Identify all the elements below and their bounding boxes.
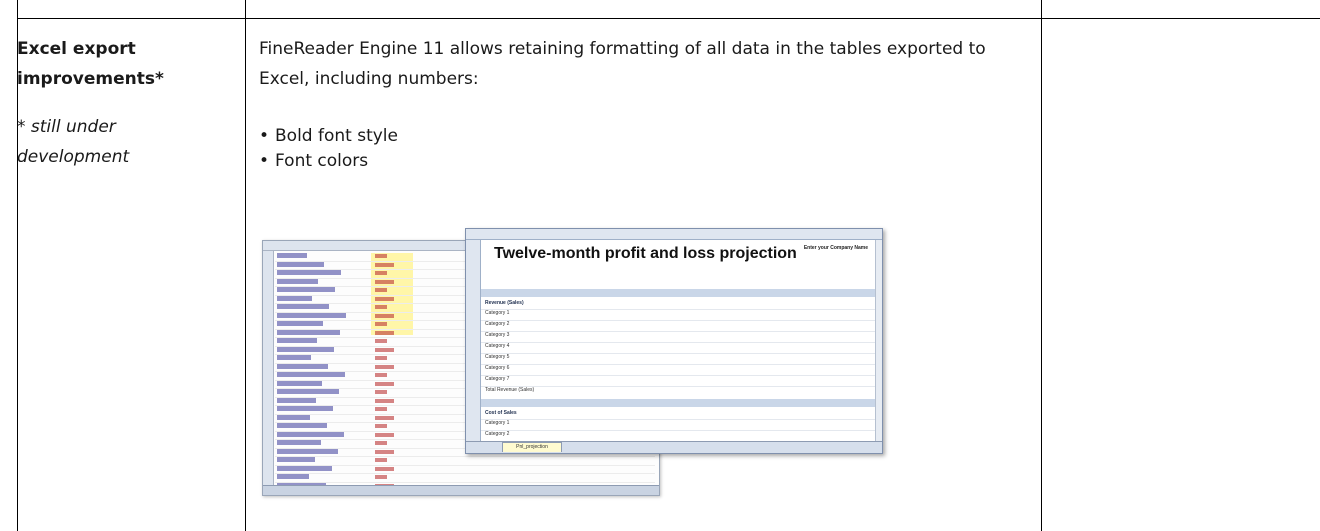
column-header-bar bbox=[466, 229, 882, 240]
row-value bbox=[375, 347, 394, 352]
line-label: Total Revenue (Sales) bbox=[485, 387, 535, 393]
feature-title: Excel export improvements* bbox=[17, 39, 164, 89]
row-value bbox=[375, 390, 387, 394]
line-row: Category 2 bbox=[481, 310, 876, 327]
row-value bbox=[375, 475, 387, 479]
row-value bbox=[375, 432, 394, 437]
row-value bbox=[375, 279, 394, 284]
line-row: Category 1 bbox=[481, 299, 876, 316]
row-text bbox=[277, 397, 316, 403]
table-column-divider-2 bbox=[1041, 0, 1042, 531]
row-text bbox=[277, 355, 311, 360]
row-text bbox=[277, 338, 317, 343]
row-value bbox=[375, 288, 387, 292]
row-value bbox=[375, 373, 387, 377]
row-value bbox=[375, 330, 394, 335]
row-value bbox=[375, 296, 394, 301]
row-text bbox=[277, 389, 339, 394]
line-row: Category 4 bbox=[481, 332, 876, 349]
row-text bbox=[277, 270, 341, 275]
feature-note: * still under development bbox=[17, 117, 130, 167]
row-number-bar bbox=[263, 251, 274, 485]
sheet-tab-bar: Pnl_projection bbox=[466, 441, 882, 453]
line-row: Category 5 bbox=[481, 343, 876, 360]
row-value bbox=[375, 441, 387, 445]
section-band: Cost of Sales bbox=[481, 399, 876, 416]
row-text bbox=[277, 440, 321, 445]
row-value bbox=[375, 339, 387, 343]
line-row: Total Revenue (Sales) bbox=[481, 376, 876, 393]
row-text bbox=[277, 329, 340, 335]
row-value bbox=[375, 364, 394, 369]
list-item: Bold font style bbox=[259, 124, 1039, 149]
row-value bbox=[375, 398, 394, 403]
row-text bbox=[277, 414, 310, 420]
row-value bbox=[375, 356, 387, 360]
row-value bbox=[375, 466, 394, 471]
sheet-tab-bar bbox=[263, 485, 659, 495]
formatting-list: Bold font style Font colors bbox=[259, 124, 1039, 174]
line-row: Category 1 bbox=[481, 409, 876, 426]
feature-description: FineReader Engine 11 allows retaining fo… bbox=[259, 39, 986, 89]
row-number-bar bbox=[466, 240, 481, 441]
list-item: Font colors bbox=[259, 149, 1039, 174]
section-band: Revenue (Sales) bbox=[481, 289, 876, 306]
row-value bbox=[375, 424, 387, 428]
line-row: Category 6 bbox=[481, 354, 876, 371]
sheet-heading: Twelve-month profit and loss projection bbox=[494, 245, 797, 262]
row-value bbox=[375, 305, 387, 309]
row-text bbox=[277, 457, 315, 462]
line-label: Category 2 bbox=[485, 431, 510, 437]
vertical-scrollbar[interactable] bbox=[875, 240, 882, 441]
line-row: Category 7 bbox=[481, 365, 876, 382]
row-text bbox=[277, 261, 324, 267]
row-text bbox=[277, 423, 327, 428]
row-text bbox=[277, 448, 338, 454]
row-value bbox=[375, 322, 387, 326]
sheet-tab[interactable]: Pnl_projection bbox=[502, 442, 562, 452]
row-value bbox=[375, 254, 387, 258]
row-text bbox=[277, 304, 329, 309]
row-text bbox=[277, 372, 345, 377]
feature-cell: Excel export improvements* * still under… bbox=[17, 34, 227, 172]
table-column-divider-1 bbox=[245, 0, 246, 531]
spreadsheet-row bbox=[275, 465, 655, 474]
row-text bbox=[277, 295, 312, 301]
line-row: Category 3 bbox=[481, 321, 876, 338]
description-cell: FineReader Engine 11 allows retaining fo… bbox=[259, 34, 1039, 174]
line-row: Category 2 bbox=[481, 420, 876, 437]
row-value bbox=[375, 449, 394, 454]
row-text bbox=[277, 346, 334, 352]
row-value bbox=[375, 415, 394, 420]
row-text bbox=[277, 278, 318, 284]
row-text bbox=[277, 406, 333, 411]
table-row-divider bbox=[17, 18, 1320, 19]
spreadsheet-row bbox=[275, 474, 655, 483]
row-text bbox=[277, 363, 328, 369]
row-text bbox=[277, 253, 307, 258]
row-text bbox=[277, 474, 309, 479]
row-text bbox=[277, 431, 344, 437]
row-text bbox=[277, 312, 346, 318]
row-text bbox=[277, 287, 335, 292]
excel-screenshot-illustration: Twelve-month profit and loss projection … bbox=[262, 228, 883, 496]
row-value bbox=[375, 271, 387, 275]
row-value bbox=[375, 262, 394, 267]
row-value bbox=[375, 407, 387, 411]
row-text bbox=[277, 465, 332, 471]
row-value bbox=[375, 313, 394, 318]
row-text bbox=[277, 380, 322, 386]
row-value bbox=[375, 458, 387, 462]
row-text bbox=[277, 321, 323, 326]
spreadsheet-row bbox=[275, 457, 655, 466]
company-name-cell: Enter your Company Name bbox=[803, 245, 868, 251]
front-spreadsheet: Twelve-month profit and loss projection … bbox=[465, 228, 883, 454]
row-value bbox=[375, 381, 394, 386]
